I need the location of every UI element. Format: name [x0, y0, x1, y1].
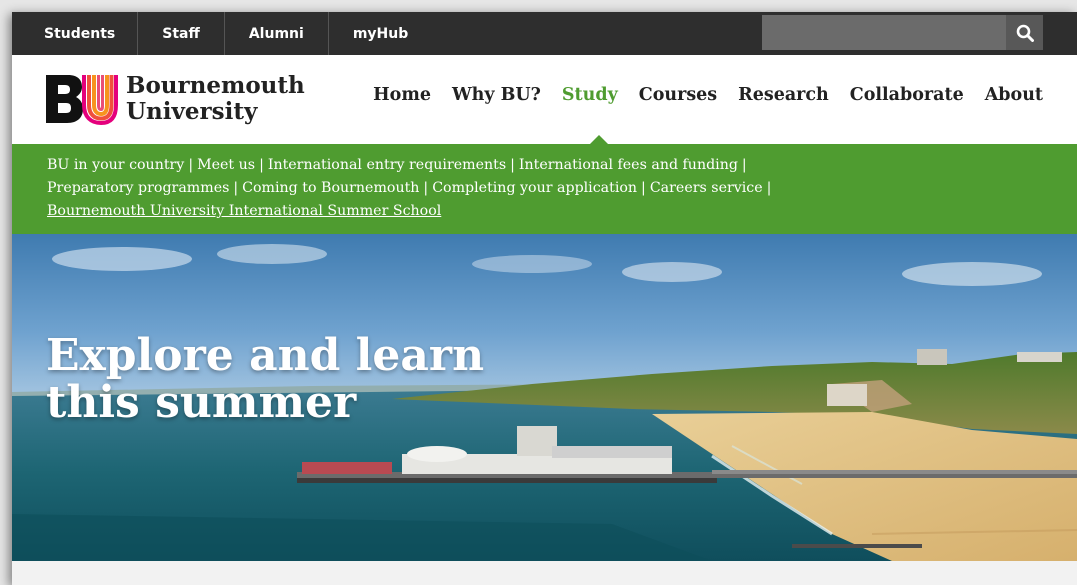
utility-link-students[interactable]: Students: [12, 12, 139, 55]
subnav-separator: |: [423, 180, 429, 196]
hero-banner: Explore and learn this summer: [12, 234, 1077, 561]
subnav-separator: |: [766, 180, 772, 196]
subnav-separator: |: [188, 157, 194, 173]
logo-text: Bournemouth University: [126, 73, 305, 125]
subnav-link-fees-funding[interactable]: International fees and funding: [519, 157, 738, 173]
subnav-separator: |: [259, 157, 264, 173]
utility-bar: Students Staff Alumni myHub: [12, 12, 1077, 55]
subnav-separator: |: [741, 157, 747, 173]
browser-page: Students Staff Alumni myHub Bournemouth …: [12, 12, 1077, 585]
logo-line-1: Bournemouth: [126, 72, 305, 99]
subnav-link-completing-application[interactable]: Completing your application: [432, 180, 637, 196]
subnav-link-careers-service[interactable]: Careers service: [650, 180, 763, 196]
subnav-link-preparatory-programmes[interactable]: Preparatory programmes: [47, 180, 229, 196]
subnav-separator: |: [233, 180, 239, 196]
nav-home[interactable]: Home: [373, 85, 431, 105]
hero-title-line-2: this summer: [46, 377, 357, 428]
subnav-links: BU in your country | Meet us | International…: [47, 154, 847, 223]
subnav-link-summer-school[interactable]: Bournemouth University International Sum…: [47, 203, 441, 219]
hero-title: Explore and learn this summer: [46, 332, 546, 426]
logo-line-2: University: [126, 98, 258, 125]
subnav-separator: |: [510, 157, 515, 173]
nav-research[interactable]: Research: [738, 85, 829, 105]
subnav-link-bu-in-your-country[interactable]: BU in your country: [47, 157, 184, 173]
nav-courses[interactable]: Courses: [639, 85, 717, 105]
nav-collaborate[interactable]: Collaborate: [850, 85, 964, 105]
subnav-link-entry-requirements[interactable]: International entry requirements: [268, 157, 506, 173]
utility-link-staff[interactable]: Staff: [138, 12, 225, 55]
nav-why-bu[interactable]: Why BU?: [452, 85, 541, 105]
subnav-link-meet-us[interactable]: Meet us: [197, 157, 255, 173]
hero-title-line-1: Explore and learn: [46, 330, 485, 381]
utility-link-myhub[interactable]: myHub: [329, 12, 432, 55]
subnav-separator: |: [641, 180, 646, 196]
utility-link-alumni[interactable]: Alumni: [225, 12, 329, 55]
utility-nav: Students Staff Alumni myHub: [12, 12, 432, 55]
nav-about[interactable]: About: [985, 85, 1043, 105]
active-nav-pointer: [590, 135, 608, 144]
search-form: [762, 15, 1043, 50]
search-icon: [1016, 24, 1034, 42]
bu-logo-mark: [46, 75, 118, 126]
search-input[interactable]: [762, 15, 1006, 50]
main-nav: Home Why BU? Study Courses Research Coll…: [352, 85, 1043, 105]
content-area-top: [12, 561, 1077, 585]
study-subnav: BU in your country | Meet us | International…: [12, 144, 1077, 234]
search-button[interactable]: [1006, 15, 1043, 50]
site-header: Bournemouth University Home Why BU? Stud…: [12, 55, 1077, 144]
subnav-link-coming-to-bournemouth[interactable]: Coming to Bournemouth: [242, 180, 419, 196]
nav-study[interactable]: Study: [562, 85, 618, 105]
bu-logo[interactable]: Bournemouth University: [44, 71, 305, 127]
